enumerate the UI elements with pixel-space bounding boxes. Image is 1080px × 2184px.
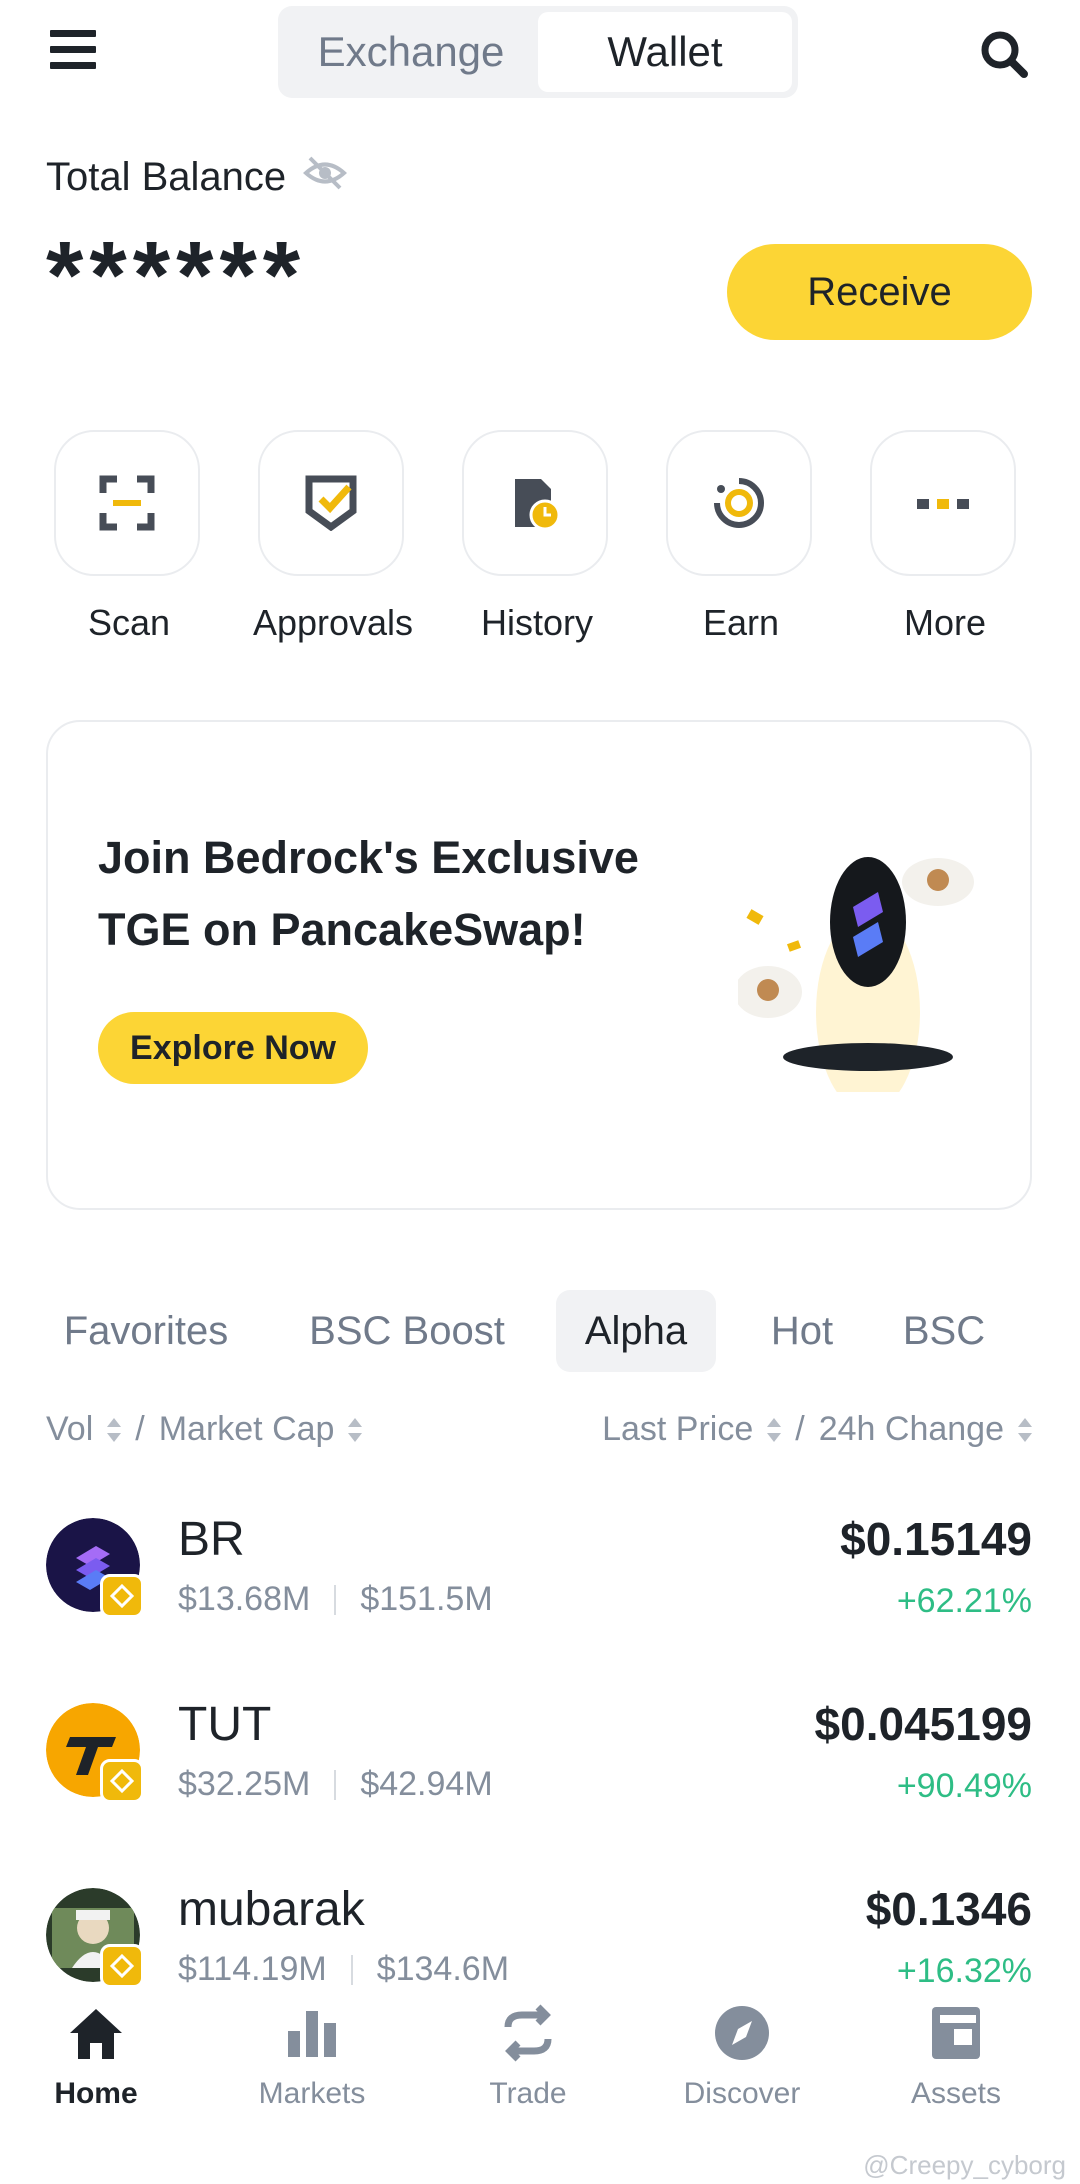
quick-action-scan[interactable]: Scan [54,430,204,643]
token-volume-mcap: $32.25M $42.94M [178,1765,493,1804]
total-balance-text: Total Balance [46,155,287,199]
trade-icon[interactable] [498,2003,558,2063]
tab-alpha[interactable]: Alpha [556,1290,716,1372]
nav-label: Trade [489,2077,567,2110]
bnb-chain-badge-icon [100,1759,144,1803]
sort-divider: / [135,1410,145,1448]
token-market-cap: $42.94M [360,1765,493,1803]
bnb-chain-badge-icon [100,1944,144,1988]
nav-markets[interactable]: Markets [212,2003,412,2111]
quick-action-label: Scan [87,602,171,643]
tab-hot[interactable]: Hot [752,1290,852,1372]
eye-hidden-icon[interactable] [302,155,348,200]
token-name: mubarak [178,1883,365,1936]
token-volume: $13.68M [178,1580,311,1618]
compass-icon[interactable] [712,2003,772,2063]
token-volume: $114.19M [178,1950,327,1988]
sort-divider: / [795,1410,805,1448]
token-name: TUT [178,1698,272,1751]
sort-market-cap[interactable]: Market Cap [159,1410,335,1449]
quick-action-more[interactable]: More [870,430,1020,643]
history-icon[interactable] [462,430,608,576]
sort-right[interactable]: Last Price / 24h Change [602,1410,1046,1449]
tab-favorites[interactable]: Favorites [46,1290,246,1372]
search-icon[interactable] [978,28,1030,80]
token-row[interactable]: TUT $32.25M $42.94M $0.045199 +90.49% [0,1698,1080,1883]
nav-label: Home [54,2077,138,2110]
tab-wallet[interactable]: Wallet [538,12,792,92]
nav-label: Assets [910,2077,1002,2110]
sort-arrows-icon[interactable] [348,1416,363,1444]
sort-arrows-icon[interactable] [107,1416,122,1444]
nav-label: Markets [258,2077,366,2110]
watermark-text: @Creepy_cyborg [863,2150,1066,2180]
sort-24h-change[interactable]: 24h Change [819,1410,1004,1449]
quick-action-label: More [903,602,987,643]
home-icon[interactable] [66,2003,126,2063]
token-volume-mcap: $13.68M $151.5M [178,1580,493,1619]
quick-action-label: Earn [702,602,780,643]
wallet-icon[interactable] [926,2003,986,2063]
quick-action-approvals[interactable]: Approvals [253,430,413,643]
token-market-cap: $134.6M [376,1950,510,1988]
sort-last-price[interactable]: Last Price [602,1410,753,1449]
divider [334,1584,337,1615]
divider [334,1769,337,1800]
quick-action-label: Approvals [252,602,414,643]
token-price: $0.045199 [814,1698,1032,1750]
nav-discover[interactable]: Discover [642,2003,842,2111]
quick-action-history[interactable]: History [462,430,612,643]
token-price: $0.15149 [840,1513,1032,1565]
bar-chart-icon[interactable] [282,2003,342,2063]
token-row[interactable]: BR $13.68M $151.5M $0.15149 +62.21% [0,1513,1080,1698]
sort-arrows-icon[interactable] [767,1416,782,1444]
tab-exchange[interactable]: Exchange [284,12,538,92]
sort-left[interactable]: Vol / Market Cap [46,1410,376,1449]
token-volume: $32.25M [178,1765,311,1803]
tab-bsc-boost[interactable]: BSC Boost [292,1290,522,1372]
token-market-cap: $151.5M [360,1580,493,1618]
total-balance-value: ****** [46,222,307,329]
explore-now-button[interactable]: Explore Now [98,1012,368,1084]
exchange-wallet-toggle[interactable]: Exchange Wallet [278,6,798,98]
nav-assets[interactable]: Assets [856,2003,1056,2111]
tab-bsc[interactable]: BSC [888,1290,1000,1372]
divider [350,1954,353,1985]
shield-check-icon[interactable] [258,430,404,576]
banner-illustration-icon [734,852,998,1112]
earn-icon[interactable] [666,430,812,576]
token-volume-mcap: $114.19M $134.6M [178,1950,509,1989]
quick-action-earn[interactable]: Earn [666,430,816,643]
token-name: BR [178,1513,245,1566]
total-balance-label: Total Balance [46,155,348,200]
sort-arrows-icon[interactable] [1018,1416,1032,1444]
nav-trade[interactable]: Trade [428,2003,628,2111]
bnb-chain-badge-icon [100,1574,144,1618]
sort-vol[interactable]: Vol [46,1410,93,1449]
hamburger-menu-icon[interactable] [50,30,96,76]
banner-title: Join Bedrock's Exclusive TGE on PancakeS… [98,832,639,955]
quick-action-label: History [480,602,593,643]
token-change: +90.49% [896,1767,1032,1805]
more-icon[interactable] [870,430,1016,576]
nav-home[interactable]: Home [0,2003,196,2111]
receive-button[interactable]: Receive [727,244,1032,340]
token-change: +62.21% [896,1582,1032,1620]
promo-banner[interactable]: Join Bedrock's Exclusive TGE on PancakeS… [46,720,1032,1210]
nav-label: Discover [683,2077,801,2110]
token-price: $0.1346 [865,1883,1032,1935]
scan-icon[interactable] [54,430,200,576]
